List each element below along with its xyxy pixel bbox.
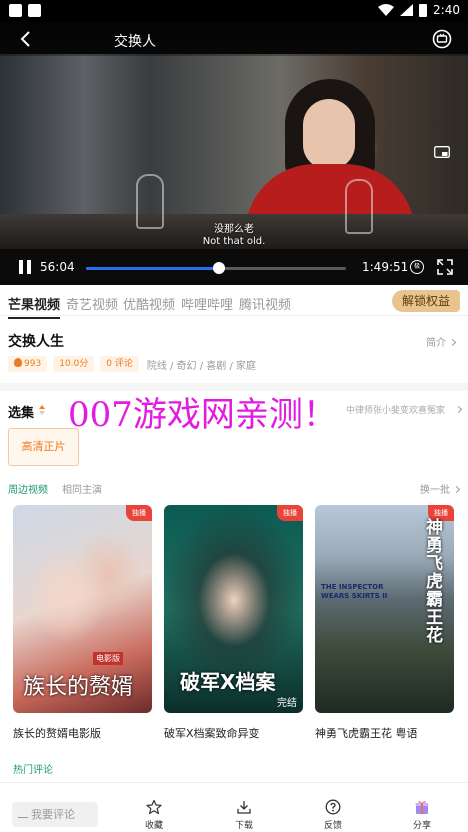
subtitle: 没那么老 Not that old.: [0, 224, 468, 248]
subtitle-chinese: 没那么老: [214, 224, 254, 235]
heat-badge: 993: [8, 356, 48, 372]
poster-tag: 电影版: [93, 652, 123, 665]
exclusive-badge: 独播: [126, 505, 152, 521]
recommendation-list: 独播 电影版 族长的赘婿 族长的赘婿电影版 独播 破军X档案 完结 破军X档案致…: [13, 505, 454, 741]
video-title: 交换人: [114, 34, 156, 50]
video-frame: [0, 54, 468, 274]
picture-in-picture-icon[interactable]: [434, 146, 450, 158]
seek-bar-handle[interactable]: [212, 262, 225, 274]
fire-icon: [14, 358, 22, 367]
card-title: 族长的赘婿电影版: [13, 727, 101, 740]
score-badge: 10.0分: [53, 356, 95, 372]
share-label: 分享: [412, 821, 431, 831]
comment-placeholder: 我要评论: [31, 808, 75, 821]
seek-bar-progress: [86, 267, 219, 270]
subtitle-english: Not that old.: [202, 236, 266, 247]
episodes-label: 选集: [8, 406, 35, 421]
recommendation-card[interactable]: 独播 神勇飞虎霸王花 THE INSPECTOR WEARS SKIRTS II…: [315, 505, 454, 741]
player-controls: 56:04 1:49:51 极: [0, 249, 468, 285]
pen-icon: [18, 808, 28, 818]
poster-title: 族长的赘婿: [23, 675, 134, 700]
feedback-button[interactable]: 反馈: [313, 799, 353, 831]
genre-list: 院线 / 奇幻 / 喜剧 / 家庭: [146, 360, 257, 372]
notification-icon: [9, 4, 22, 17]
quality-icon[interactable]: 极: [410, 260, 424, 274]
poster-title: 神勇飞虎霸王花: [426, 518, 443, 646]
status-time: 2:40: [433, 3, 460, 17]
tab-same-cast[interactable]: 相同主演: [62, 481, 102, 496]
comment-input[interactable]: 我要评论: [12, 802, 98, 827]
card-title: 神勇飞虎霸王花 粤语: [315, 727, 418, 740]
recommendation-card[interactable]: 独播 破军X档案 完结 破军X档案致命异变: [164, 505, 303, 741]
back-arrow-icon[interactable]: [16, 29, 36, 49]
current-time: 56:04: [40, 260, 75, 274]
tab-platform-mango[interactable]: 芒果视频: [8, 294, 61, 319]
poster-image: 独播 电影版 族长的赘婿: [13, 505, 152, 713]
refresh-label: 换一批: [420, 485, 450, 496]
share-button[interactable]: 分享: [402, 799, 442, 831]
tab-platform-youku[interactable]: 优酷视频: [123, 294, 175, 313]
download-label: 下载: [234, 821, 253, 831]
gift-icon: [415, 801, 429, 814]
favorite-button[interactable]: 收藏: [134, 799, 174, 831]
card-title: 破军X档案致命异变: [164, 727, 260, 740]
question-icon: [325, 799, 341, 815]
recommendation-tabs: 周边视频 相同主演: [8, 481, 102, 496]
chevron-right-icon: [448, 338, 457, 347]
favorite-label: 收藏: [144, 821, 163, 831]
show-title: 交换人生: [8, 334, 64, 350]
watermark-text: 007游戏网亲测！: [68, 395, 337, 435]
comment-count-badge[interactable]: 0 评论: [100, 356, 139, 372]
status-bar: 2:40: [0, 0, 468, 22]
platform-tabs: 芒果视频 奇艺视频 优酷视频 哔哩哔哩 腾讯视频 解锁权益: [0, 286, 468, 319]
poster-tag: THE INSPECTOR WEARS SKIRTS II: [321, 583, 388, 600]
feedback-label: 反馈: [323, 821, 342, 831]
tab-platform-tencent[interactable]: 腾讯视频: [239, 294, 291, 313]
poster-image: 独播 神勇飞虎霸王花 THE INSPECTOR WEARS SKIRTS II: [315, 505, 454, 713]
notification-icon: [28, 4, 41, 17]
refresh-button[interactable]: 换一批: [420, 481, 461, 496]
tab-platform-bilibili[interactable]: 哔哩哔哩: [181, 294, 233, 313]
video-player[interactable]: 交换人 没那么老 Not that old. 56:04 1:49:51 极: [0, 22, 468, 285]
bottom-bar: 我要评论 收藏 下载 反馈 分享: [0, 782, 468, 832]
intro-label: 简介: [426, 338, 446, 349]
total-time: 1:49:51: [362, 260, 409, 274]
pause-icon[interactable]: [17, 259, 33, 275]
poster-image: 独播 破军X档案 完结: [164, 505, 303, 713]
exclusive-badge: 独播: [277, 505, 303, 521]
poster-title: 破军X档案: [180, 670, 276, 694]
star-icon: [146, 799, 162, 815]
tab-related-videos[interactable]: 周边视频: [8, 481, 48, 496]
sort-icon[interactable]: [39, 405, 45, 415]
unlock-benefits-button[interactable]: 解锁权益: [392, 290, 460, 312]
wifi-icon: [378, 4, 395, 16]
chevron-right-icon: [452, 485, 461, 494]
battery-icon: [419, 3, 428, 17]
poster-tag: 完结: [277, 698, 297, 709]
episodes-info[interactable]: 中律师张小斐变欢喜冤家: [346, 403, 458, 416]
player-topbar: 交换人: [0, 22, 468, 56]
download-button[interactable]: 下载: [224, 799, 264, 831]
tab-platform-iqiyi[interactable]: 奇艺视频: [66, 294, 118, 313]
tv-cast-icon[interactable]: [432, 29, 452, 49]
show-meta: 993 10.0分 0 评论 院线 / 奇幻 / 喜剧 / 家庭: [8, 356, 256, 372]
recommendation-card[interactable]: 独播 电影版 族长的赘婿 族长的赘婿电影版: [13, 505, 152, 741]
heat-value: 993: [24, 359, 42, 369]
intro-link[interactable]: 简介: [426, 334, 457, 349]
seek-bar[interactable]: [86, 262, 346, 274]
download-icon: [237, 801, 251, 814]
fullscreen-icon[interactable]: [437, 259, 453, 275]
signal-icon: [400, 4, 414, 16]
hot-comments-label: 热门评论: [13, 765, 53, 776]
